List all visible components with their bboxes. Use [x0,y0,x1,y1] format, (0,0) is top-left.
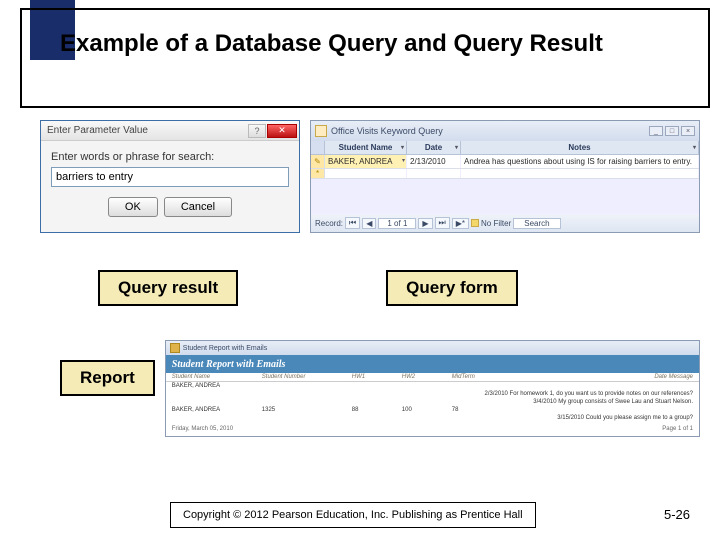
nav-last-icon[interactable]: ⏭ [435,217,450,229]
nav-prev-icon[interactable]: ◀ [362,218,376,229]
chevron-down-icon: ▾ [693,144,696,151]
datasheet-tab-label[interactable]: Office Visits Keyword Query [331,126,443,136]
dialog-title: Enter Parameter Value [47,125,247,136]
callout-query-result: Query result [98,270,238,306]
new-record-row[interactable]: * [311,169,699,179]
copyright-footer: Copyright © 2012 Pearson Education, Inc.… [170,502,536,528]
chevron-down-icon: ▾ [402,157,405,164]
nav-filter[interactable]: No Filter [471,219,511,228]
report-window: Student Report with Emails Student Repor… [165,340,700,437]
nav-new-icon[interactable]: ▶* [452,218,469,229]
callout-report: Report [60,360,155,396]
column-notes[interactable]: Notes▾ [461,141,699,154]
dialog-titlebar: Enter Parameter Value ? ✕ [41,121,299,141]
nav-search-box[interactable]: Search [513,218,560,229]
record-navigator: Record: ⏮ ◀ 1 of 1 ▶ ⏭ ▶* No Filter Sear… [311,214,699,232]
parameter-input[interactable] [51,167,289,187]
report-tabbar: Student Report with Emails [166,341,699,355]
report-title: Student Report with Emails [166,355,699,373]
report-page-number: Page 1 of 1 [662,426,693,432]
report-group-header: BAKER, ANDREA [166,382,699,390]
help-icon[interactable]: ? [248,124,266,138]
nav-first-icon[interactable]: ⏮ [345,217,360,229]
filter-icon [471,219,479,227]
report-icon [170,343,180,353]
select-all-corner[interactable] [311,141,325,154]
rh-student-name: Student Name [172,374,262,380]
column-student-name[interactable]: Student Name▾ [325,141,407,154]
window-close-icon[interactable]: × [681,126,695,136]
report-note-3: 3/15/2010 Could you please assign me to … [166,414,699,422]
query-datasheet-window: Office Visits Keyword Query _ □ × Studen… [310,120,700,233]
cell-date[interactable]: 2/13/2010 [407,155,461,168]
dialog-body: Enter words or phrase for search: OK Can… [41,141,299,227]
nav-next-icon[interactable]: ▶ [418,218,432,229]
dialog-prompt-label: Enter words or phrase for search: [51,151,289,163]
report-tab-label[interactable]: Student Report with Emails [183,345,267,352]
parameter-dialog: Enter Parameter Value ? ✕ Enter words or… [40,120,300,233]
cancel-button[interactable]: Cancel [164,197,232,217]
report-row: Report Student Report with Emails Studen… [60,340,700,437]
window-minimize-icon[interactable]: _ [649,126,663,136]
report-date-printed: Friday, March 05, 2010 [172,426,233,432]
top-panels-row: Enter Parameter Value ? ✕ Enter words or… [40,120,700,233]
rh-student-number: Student Number [262,374,352,380]
close-icon[interactable]: ✕ [267,124,297,138]
datasheet-column-headers: Student Name▾ Date▾ Notes▾ [311,141,699,155]
report-footer: Friday, March 05, 2010 Page 1 of 1 [166,422,699,436]
slide-title: Example of a Database Query and Query Re… [60,30,603,59]
chevron-down-icon: ▾ [401,144,404,151]
nav-position[interactable]: 1 of 1 [378,218,416,229]
new-record-icon: * [311,169,325,178]
report-note-2: 3/4/2010 My group consists of Swee Lau a… [166,398,699,406]
nav-label: Record: [315,219,343,228]
rh-hw2: HW2 [402,374,452,380]
ok-button[interactable]: OK [108,197,158,217]
column-date[interactable]: Date▾ [407,141,461,154]
cell-student-name[interactable]: BAKER, ANDREA▾ [325,155,407,168]
rh-midterm: MidTerm [452,374,532,380]
rh-date-message: Date Message [532,374,693,380]
slide-number: 5-26 [664,507,690,522]
chevron-down-icon: ▾ [455,144,458,151]
row-selector-icon[interactable]: ✎ [311,155,325,168]
datasheet-tabbar: Office Visits Keyword Query _ □ × [311,121,699,141]
report-data-row: BAKER, ANDREA 1325 88 100 78 [166,406,699,414]
report-header-row: Student Name Student Number HW1 HW2 MidT… [166,373,699,382]
rh-hw1: HW1 [352,374,402,380]
report-note-1: 2/3/2010 For homework 1, do you want us … [166,390,699,398]
cell-notes[interactable]: Andrea has questions about using IS for … [461,155,699,168]
callout-query-form: Query form [386,270,518,306]
data-row[interactable]: ✎ BAKER, ANDREA▾ 2/13/2010 Andrea has qu… [311,155,699,169]
query-icon [315,125,327,137]
window-maximize-icon[interactable]: □ [665,126,679,136]
